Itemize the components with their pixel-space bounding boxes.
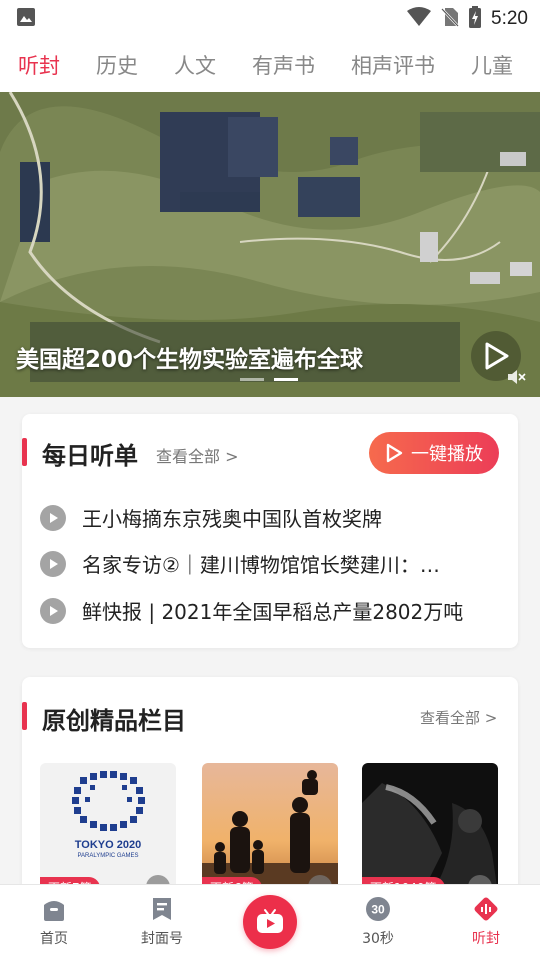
play-icon: [40, 550, 66, 577]
audio-diamond-icon: [474, 897, 498, 921]
play-icon: [40, 597, 66, 624]
list-item-title: 鲜快报 | 2021年全国早稻总产量2802万吨: [82, 600, 464, 624]
nav-home[interactable]: 首页: [0, 885, 108, 960]
original-programs-title: 原创精品栏目: [42, 707, 186, 735]
status-bar: 5:20: [0, 0, 540, 38]
logo-text: TOKYO 2020: [74, 839, 142, 851]
list-item[interactable]: 王小梅摘东京残奥中国队首枚奖牌: [40, 503, 500, 532]
section-accent-bar: [22, 702, 27, 730]
tab-crosstalk[interactable]: 相声评书: [333, 50, 453, 80]
clock: 5:20: [491, 8, 528, 29]
program-thumbnail-dark-portrait[interactable]: 更新1040篇: [362, 763, 498, 893]
tab-children[interactable]: 儿童: [453, 50, 531, 80]
tab-history[interactable]: 历史: [78, 50, 156, 80]
battery-charging-icon: [469, 6, 482, 32]
tokyo-2020-logo: [40, 763, 176, 893]
nav-home-label: 首页: [40, 931, 68, 947]
section-accent-bar: [22, 438, 27, 466]
carousel-indicator: [240, 378, 298, 381]
volume-icon[interactable]: [506, 368, 526, 390]
nav-30s-label: 30秒: [362, 931, 394, 947]
tv-play-icon: [257, 909, 283, 933]
play-outline-icon: [386, 443, 403, 463]
list-item-title: 名家专访②｜建川博物馆馆长樊建川：…: [82, 553, 440, 577]
bookmark-doc-icon: [153, 898, 171, 920]
no-sim-icon: [441, 7, 459, 31]
nav-cover-account[interactable]: 封面号: [108, 885, 216, 960]
list-item[interactable]: 鲜快报 | 2021年全国早稻总产量2802万吨: [40, 596, 500, 625]
nav-cover-account-label: 封面号: [141, 931, 183, 947]
original-see-all-link[interactable]: 查看全部 >: [420, 707, 497, 728]
play-icon: [40, 504, 66, 531]
nav-30s[interactable]: 30 30秒: [324, 885, 432, 960]
banner-title: 美国超200个生物实验室遍布全球: [16, 347, 364, 373]
daily-playlist-card: 每日听单 查看全部 > 一键播放 王小梅摘东京残奥中国队首枚奖牌 名家专访②｜建…: [22, 414, 518, 648]
wifi-icon: [407, 7, 432, 31]
svg-text:30: 30: [371, 903, 385, 917]
thirty-seconds-icon: 30: [366, 897, 390, 921]
tab-tingfeng[interactable]: 听封: [0, 50, 78, 80]
logo-subtext: PARALYMPIC GAMES: [77, 853, 139, 859]
daily-playlist-title: 每日听单: [42, 442, 138, 470]
list-item[interactable]: 名家专访②｜建川博物馆馆长樊建川：…: [40, 549, 500, 578]
play-all-button[interactable]: 一键播放: [369, 432, 499, 474]
daily-see-all-link[interactable]: 查看全部 >: [156, 443, 239, 467]
category-tabs: 听封 历史 人文 有声书 相声评书 儿童: [0, 38, 540, 92]
nav-center-tv-button[interactable]: [243, 895, 297, 949]
program-thumbnail-paralympics[interactable]: TOKYO 2020 PARALYMPIC GAMES 更新7篇: [40, 763, 176, 893]
image-notification-icon: [16, 7, 36, 31]
home-icon: [44, 901, 64, 921]
list-item-title: 王小梅摘东京残奥中国队首枚奖牌: [82, 507, 382, 531]
carousel-dot-active[interactable]: [274, 378, 298, 381]
banner-carousel[interactable]: 美国超200个生物实验室遍布全球: [0, 92, 540, 397]
carousel-dot[interactable]: [240, 378, 264, 381]
nav-tingfeng[interactable]: 听封: [432, 885, 540, 960]
tab-audiobook[interactable]: 有声书: [234, 50, 333, 80]
tab-humanities[interactable]: 人文: [156, 50, 234, 80]
nav-tingfeng-label: 听封: [472, 931, 500, 947]
program-thumbnail-family[interactable]: 更新6篇: [202, 763, 338, 893]
play-all-label: 一键播放: [411, 444, 483, 465]
family-sunset-image: [202, 763, 338, 893]
dark-portrait-image: [362, 763, 498, 893]
